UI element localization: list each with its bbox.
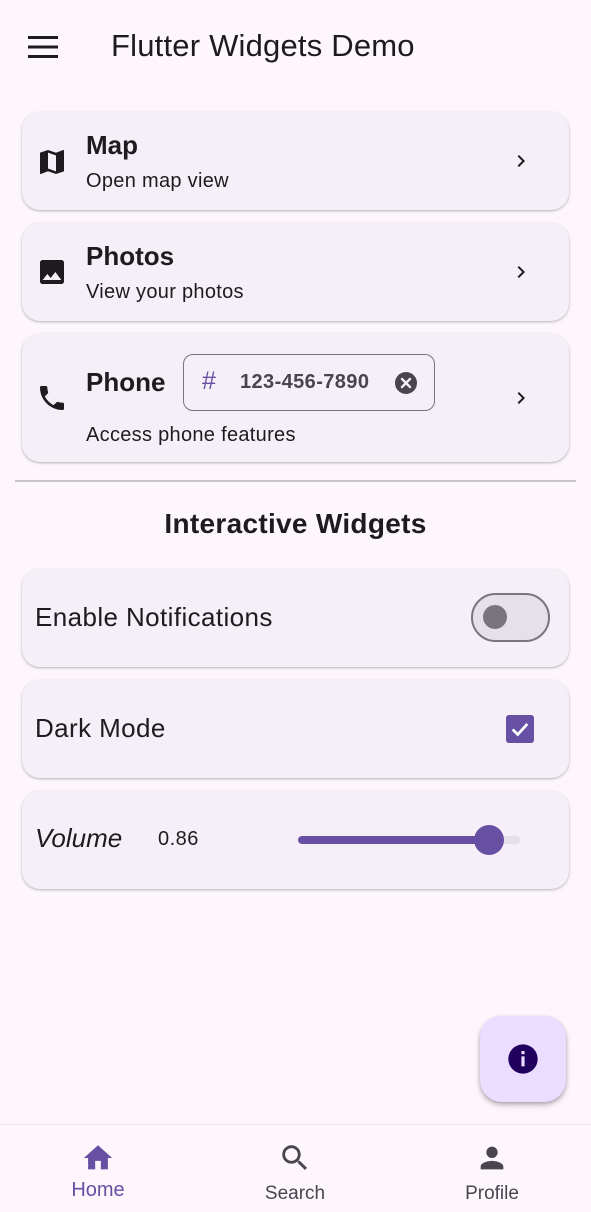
nav-label: Search — [264, 1183, 326, 1204]
info-icon — [508, 1044, 538, 1074]
nav-label: Profile — [465, 1183, 519, 1204]
phone-icon — [40, 386, 64, 410]
info-fab[interactable] — [480, 1016, 566, 1102]
app-bar: Flutter Widgets Demo — [0, 0, 591, 92]
slider-thumb[interactable] — [473, 825, 504, 855]
divider — [15, 480, 576, 482]
slider-active-track — [298, 836, 489, 844]
nav-label: Home — [71, 1179, 125, 1201]
list-tile-photos[interactable]: Photos View your photos — [22, 223, 569, 321]
tag-icon: # — [202, 367, 216, 395]
person-icon — [480, 1146, 504, 1170]
list-tile-phone[interactable]: Phone # 123-456-7890 Access phone featur… — [22, 334, 569, 462]
chevron-right-icon — [517, 266, 525, 278]
dark-mode-label: Dark Mode — [35, 713, 166, 743]
volume-label: Volume — [35, 823, 123, 853]
tile-subtitle: Access phone features — [86, 424, 296, 446]
dark-mode-checkbox[interactable] — [506, 715, 534, 743]
phone-number-chip[interactable]: # 123-456-7890 — [183, 354, 435, 411]
menu-icon — [28, 36, 58, 58]
dark-mode-row[interactable]: Dark Mode — [22, 680, 569, 778]
tile-title: Photos — [86, 241, 175, 271]
menu-button[interactable] — [22, 26, 64, 68]
volume-row: Volume 0.86 — [22, 791, 569, 889]
notifications-row[interactable]: Enable Notifications — [22, 569, 569, 667]
clear-icon[interactable] — [394, 371, 418, 395]
app-root: Flutter Widgets Demo Map Open map view P… — [0, 0, 591, 1212]
volume-slider[interactable] — [298, 825, 520, 855]
home-icon — [83, 1145, 113, 1170]
nav-item-profile[interactable]: Profile — [427, 1125, 557, 1212]
volume-value: 0.86 — [158, 828, 199, 850]
tile-subtitle: View your photos — [86, 281, 244, 303]
map-icon — [40, 150, 64, 174]
search-icon — [282, 1145, 308, 1171]
tile-title: Map — [86, 130, 138, 160]
section-title: Interactive Widgets — [164, 508, 427, 539]
app-title: Flutter Widgets Demo — [111, 28, 415, 63]
check-icon — [511, 723, 529, 737]
tile-title: Phone — [86, 367, 166, 397]
notifications-switch[interactable] — [471, 593, 550, 642]
image-icon — [40, 260, 64, 284]
nav-item-search[interactable]: Search — [230, 1125, 360, 1212]
tile-subtitle: Open map view — [86, 170, 229, 192]
chevron-right-icon — [517, 392, 525, 404]
switch-thumb — [483, 605, 507, 629]
list-tile-map[interactable]: Map Open map view — [22, 112, 569, 210]
chip-label: 123-456-7890 — [240, 371, 370, 393]
chevron-right-icon — [517, 155, 525, 167]
bottom-navigation: Home Search Profile — [0, 1124, 591, 1212]
nav-item-home[interactable]: Home — [33, 1125, 163, 1212]
notifications-label: Enable Notifications — [35, 602, 273, 632]
